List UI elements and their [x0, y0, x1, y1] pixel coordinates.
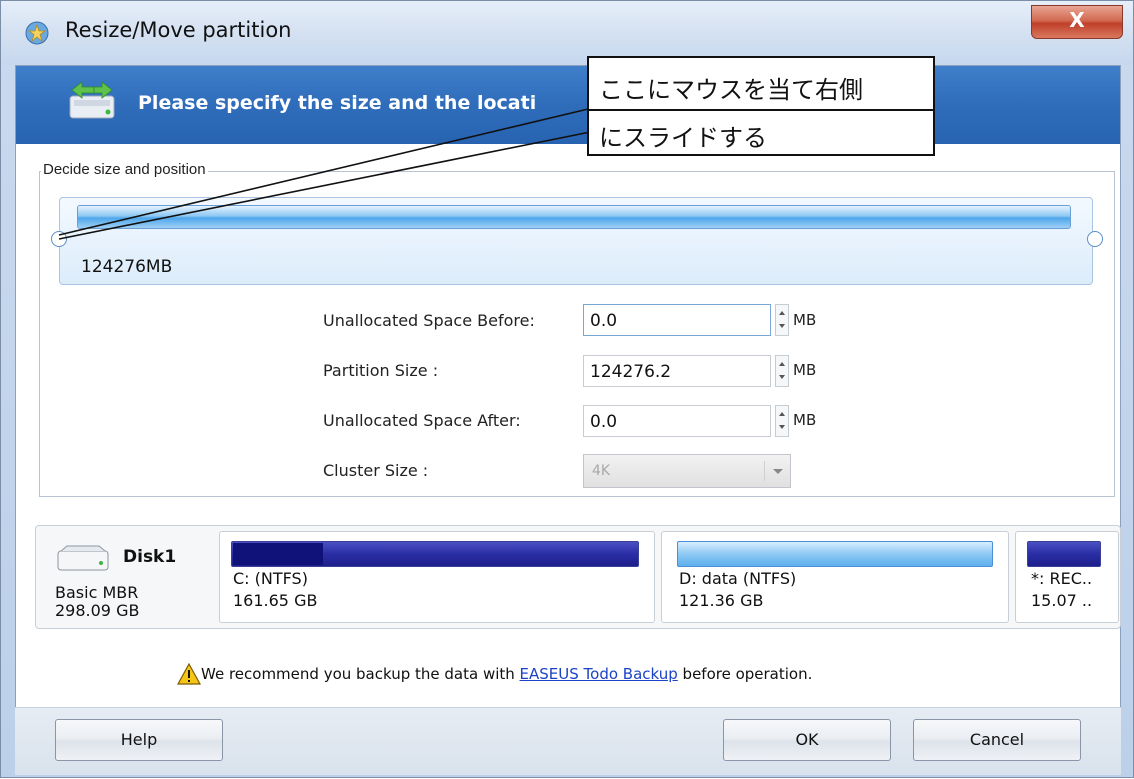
unallocated-before-label: Unallocated Space Before:: [323, 311, 535, 330]
partition-size-field-label: Partition Size :: [323, 361, 439, 380]
partition-rec-size: 15.07 ..: [1031, 591, 1093, 610]
partition-size-spinner[interactable]: [775, 355, 789, 387]
resize-move-dialog: Resize/Move partition X Please specify t…: [0, 0, 1134, 778]
header-instruction: Please specify the size and the locati: [138, 92, 537, 114]
close-icon: X: [1069, 8, 1085, 32]
cluster-size-label: Cluster Size :: [323, 461, 429, 480]
partition-d-usage-bar: [677, 541, 993, 567]
disk-type: Basic MBR: [55, 583, 139, 602]
unallocated-before-spinner[interactable]: [775, 304, 789, 336]
window-title: Resize/Move partition: [65, 18, 292, 42]
recommend-text-before: We recommend you backup the data with: [201, 665, 520, 683]
partition-d-name: D: data (NTFS): [679, 569, 797, 588]
partition-size-label: 124276MB: [81, 257, 173, 277]
recommend-text-after: before operation.: [677, 665, 813, 683]
app-icon: [25, 21, 49, 45]
disk-name: Disk1: [123, 547, 177, 567]
unit-label: MB: [793, 311, 817, 329]
partition-c-used-fill: [233, 543, 323, 565]
unallocated-before-input[interactable]: 0.0: [583, 304, 771, 336]
backup-recommendation: We recommend you backup the data with EA…: [201, 665, 812, 683]
partition-c-name: C: (NTFS): [233, 569, 308, 588]
partition-d-size: 121.36 GB: [679, 591, 764, 610]
partition-c-size: 161.65 GB: [233, 591, 318, 610]
instruction-callout: ここにマウスを当て右側 にスライドする: [587, 56, 935, 156]
warning-icon: [177, 663, 201, 685]
header-band: Please specify the size and the locati: [16, 66, 1120, 144]
cancel-button[interactable]: Cancel: [913, 719, 1081, 761]
unit-label: MB: [793, 361, 817, 379]
right-resize-handle[interactable]: [1087, 231, 1103, 247]
cluster-size-value: 4K: [592, 463, 611, 479]
unallocated-after-input[interactable]: 0.0: [583, 405, 771, 437]
left-resize-handle[interactable]: [51, 231, 67, 247]
partition-slider-bar[interactable]: [77, 205, 1071, 229]
partition-size-input[interactable]: 124276.2: [583, 355, 771, 387]
chevron-down-icon: [764, 461, 791, 481]
title-bar[interactable]: Resize/Move partition X: [1, 1, 1133, 65]
hard-disk-icon: [57, 545, 109, 571]
callout-line-1: ここにマウスを当て右側: [599, 76, 863, 104]
cluster-size-select[interactable]: 4K: [583, 454, 791, 488]
ok-button[interactable]: OK: [723, 719, 891, 761]
group-legend: Decide size and position: [41, 161, 208, 178]
disk-info[interactable]: Disk1 Basic MBR 298.09 GB: [37, 527, 215, 627]
unallocated-after-spinner[interactable]: [775, 405, 789, 437]
easeus-todo-backup-link[interactable]: EASEUS Todo Backup: [520, 665, 678, 683]
callout-divider: [589, 109, 933, 111]
partition-rec-name: *: REC..: [1031, 569, 1093, 588]
close-button[interactable]: X: [1031, 5, 1123, 39]
help-button[interactable]: Help: [55, 719, 223, 761]
callout-line-2: にスライドする: [599, 124, 767, 152]
partition-rec-usage-bar: [1027, 541, 1101, 567]
unit-label: MB: [793, 411, 817, 429]
disk-size: 298.09 GB: [55, 601, 140, 620]
resize-partition-icon: [69, 81, 115, 119]
unallocated-after-label: Unallocated Space After:: [323, 411, 521, 430]
